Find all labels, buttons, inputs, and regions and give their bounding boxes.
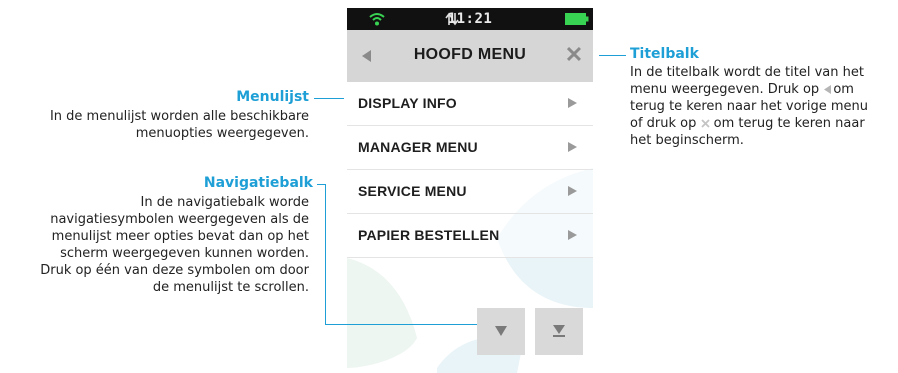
menu-item-papier-bestellen[interactable]: PAPIER BESTELLEN — [347, 214, 593, 258]
navigatiebalk-text-line: menulijst meer opties bevat dan op het — [51, 229, 309, 244]
titelbalk-annotation-text: In de titelbalk wordt de titel van het m… — [630, 64, 898, 149]
navigatiebalk-text-line: Druk op één van deze symbolen om door — [40, 263, 309, 278]
navigatiebalk-text-line: de menulijst te scrollen. — [152, 280, 309, 295]
menu-item-label: SERVICE MENU — [358, 183, 467, 199]
menulijst-annotation-text: In de menulijst worden alle beschikbare … — [0, 108, 309, 142]
menu-item-label: PAPIER BESTELLEN — [358, 227, 500, 243]
menu-item-manager-menu[interactable]: MANAGER MENU — [347, 126, 593, 170]
chevron-right-icon — [568, 98, 577, 108]
back-triangle-icon — [824, 85, 832, 94]
menu-list: DISPLAY INFO MANAGER MENU SERVICE MENU P… — [347, 82, 593, 258]
menulijst-connector — [314, 98, 344, 99]
titelbalk-connector — [599, 55, 626, 56]
titelbalk-text-segment: of druk op — [630, 116, 701, 131]
chevron-right-icon — [568, 186, 577, 196]
titelbalk-annotation-title: Titelbalk — [630, 46, 699, 62]
close-icon[interactable]: ✕ — [563, 44, 585, 66]
menulijst-text-line: menuopties weergegeven. — [135, 126, 309, 141]
titelbalk-text-segment: menu weergegeven. Druk op — [630, 82, 824, 97]
status-time: 11:21 — [447, 11, 493, 27]
menu-item-label: DISPLAY INFO — [358, 95, 457, 111]
menu-item-label: MANAGER MENU — [358, 139, 478, 155]
navigatiebalk-text-line: In de navigatiebalk worde — [140, 195, 309, 210]
chevron-right-icon — [568, 230, 577, 240]
device-screen: 11:21 HOOFD MENU ✕ DISPLAY INFO MANAGER … — [347, 8, 593, 373]
status-bar: 11:21 — [347, 8, 593, 30]
navigatiebalk-text-line: navigatiesymbolen weergegeven als de — [50, 212, 309, 227]
navigatiebalk-annotation-title: Navigatiebalk — [203, 175, 313, 191]
close-icon — [700, 119, 710, 128]
titelbalk-text-line: In de titelbalk wordt de titel van het — [630, 65, 864, 80]
chevron-right-icon — [568, 142, 577, 152]
scroll-down-button[interactable] — [477, 308, 525, 355]
scroll-down-icon — [495, 326, 507, 336]
scroll-to-end-button[interactable] — [535, 308, 583, 355]
titelbalk-text-line: of druk op om terug te keren naar — [630, 115, 898, 132]
titelbalk-text-segment: om terug te keren naar — [713, 116, 865, 131]
titelbalk-text-line: terug te keren naar het vorige menu — [630, 99, 869, 114]
titelbalk-text-line: het beginscherm. — [630, 133, 744, 148]
titelbalk-text-segment: om — [833, 82, 854, 97]
navigatiebalk-annotation-text: In de navigatiebalk worde navigatiesymbo… — [0, 194, 309, 296]
navigatiebalk-connector-v — [325, 184, 326, 325]
navigatiebalk-connector-h2 — [325, 324, 477, 325]
navigatiebalk-text-line: scherm weergegeven kunnen worden. — [60, 246, 309, 261]
menu-item-display-info[interactable]: DISPLAY INFO — [347, 82, 593, 126]
menu-item-service-menu[interactable]: SERVICE MENU — [347, 170, 593, 214]
titelbalk-text-line: menu weergegeven. Druk op om — [630, 81, 898, 98]
menu-title: HOOFD MENU — [413, 46, 527, 63]
title-bar: HOOFD MENU ✕ — [347, 30, 593, 82]
menulijst-annotation-title: Menulijst — [236, 89, 309, 105]
menulijst-text-line: In de menulijst worden alle beschikbare — [49, 109, 309, 124]
scroll-to-end-icon — [553, 325, 565, 337]
battery-icon — [565, 13, 589, 25]
